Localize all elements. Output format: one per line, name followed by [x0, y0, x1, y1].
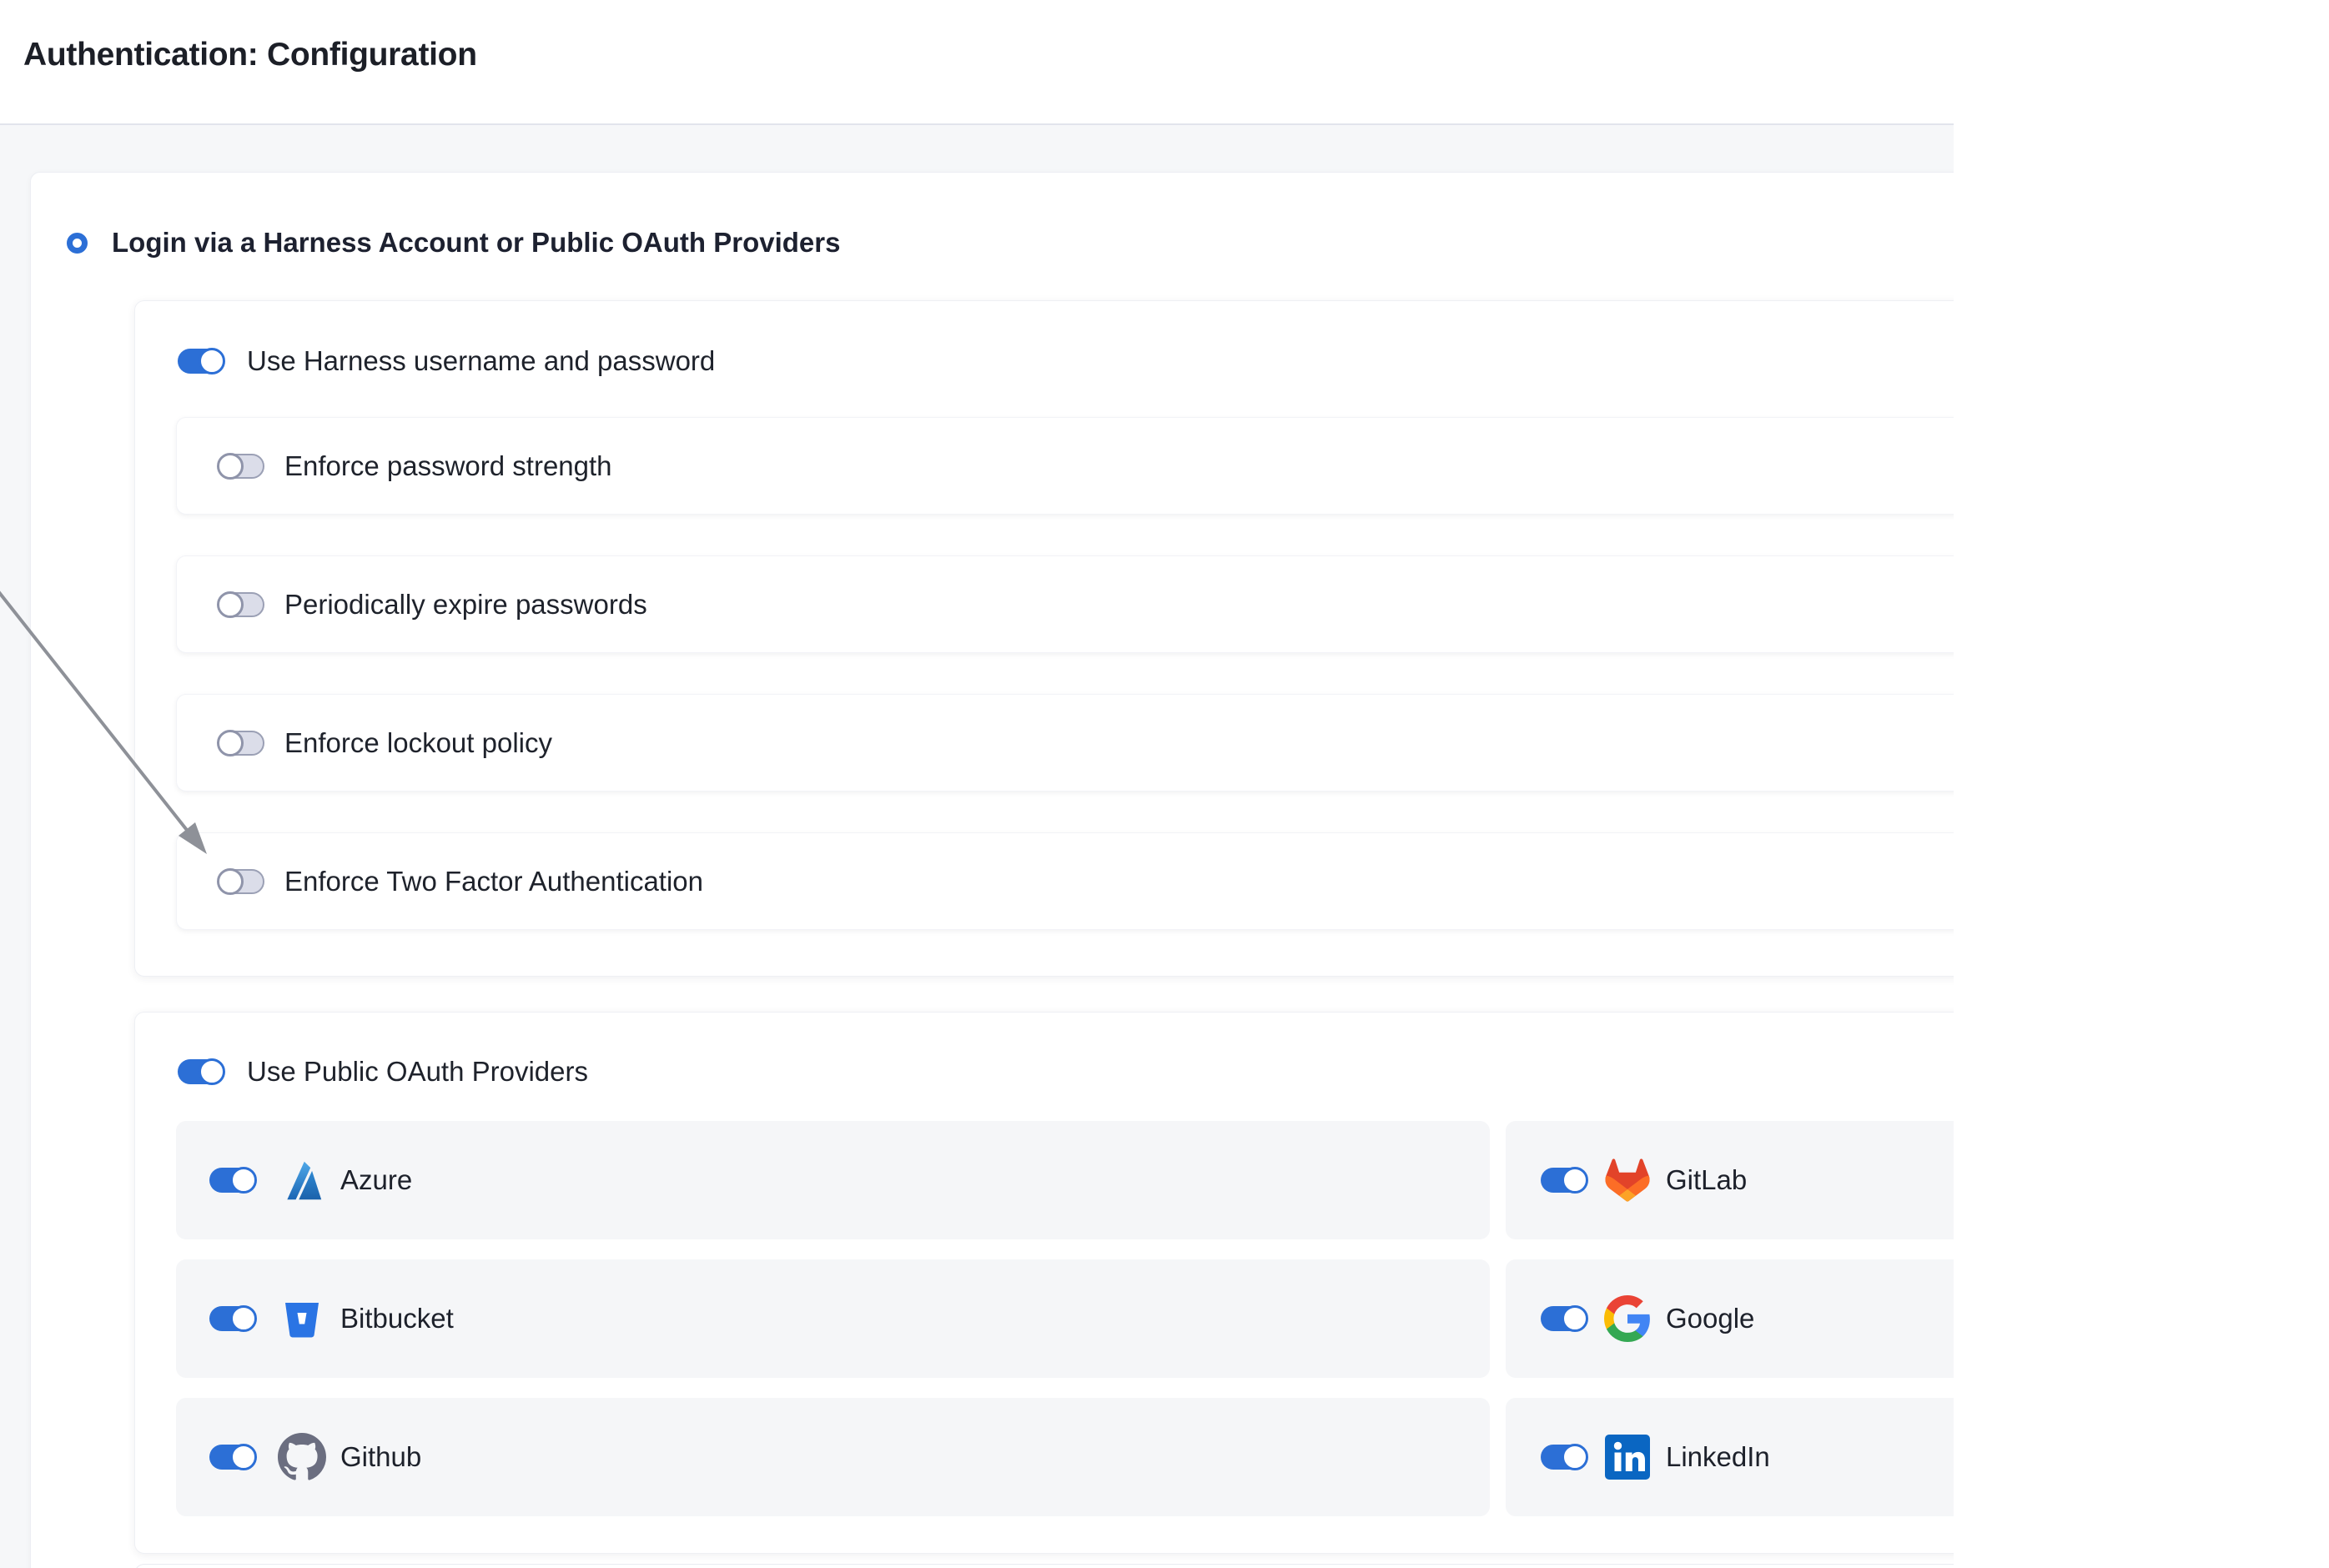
use-oauth-providers-row: Use Public OAuth Providers — [178, 1059, 588, 1084]
toggle-knob — [230, 1305, 257, 1332]
page-header: Authentication: Configuration — [0, 0, 1954, 125]
gitlab-toggle[interactable] — [1541, 1168, 1587, 1193]
linkedin-toggle[interactable] — [1541, 1445, 1587, 1470]
expire-passwords-label: Periodically expire passwords — [284, 589, 647, 621]
provider-row-azure: Azure — [176, 1121, 1490, 1239]
lockout-policy-label: Enforce lockout policy — [284, 727, 552, 759]
provider-name: Bitbucket — [340, 1303, 454, 1334]
login-method-radio-label: Login via a Harness Account or Public OA… — [112, 227, 840, 259]
provider-row-github: Github — [176, 1398, 1490, 1516]
use-oauth-providers-label: Use Public OAuth Providers — [247, 1056, 588, 1088]
github-toggle[interactable] — [209, 1445, 256, 1470]
two-factor-auth-label: Enforce Two Factor Authentication — [284, 866, 703, 897]
enforce-password-strength-label: Enforce password strength — [284, 450, 612, 482]
login-method-radio-row: Login via a Harness Account or Public OA… — [67, 227, 840, 259]
authentication-configuration-page: Authentication: Configuration Login via … — [0, 0, 2329, 1568]
use-oauth-providers-toggle[interactable] — [178, 1059, 224, 1084]
github-icon — [278, 1433, 326, 1481]
provider-row-google: Google — [1506, 1259, 1954, 1378]
lockout-policy-row: Enforce lockout policy — [176, 694, 1954, 792]
radio-selected-icon[interactable] — [67, 233, 88, 254]
toggle-knob — [1562, 1305, 1588, 1332]
expire-passwords-row: Periodically expire passwords — [176, 555, 1954, 653]
provider-name: GitLab — [1666, 1164, 1747, 1196]
provider-row-linkedin: LinkedIn — [1506, 1398, 1954, 1516]
annotation-arrow — [0, 500, 267, 901]
toggle-knob — [199, 1058, 225, 1085]
toggle-knob — [1562, 1444, 1588, 1470]
provider-name: LinkedIn — [1666, 1441, 1770, 1473]
page-title: Authentication: Configuration — [23, 37, 477, 73]
enforce-password-strength-toggle[interactable] — [218, 454, 264, 479]
toggle-knob — [217, 453, 244, 480]
azure-icon — [278, 1156, 326, 1204]
google-icon — [1603, 1294, 1652, 1343]
gitlab-icon — [1603, 1156, 1652, 1204]
google-toggle[interactable] — [1541, 1306, 1587, 1331]
azure-toggle[interactable] — [209, 1168, 256, 1193]
toggle-knob — [1562, 1167, 1588, 1194]
use-harness-password-toggle[interactable] — [178, 349, 224, 374]
provider-name: Google — [1666, 1303, 1754, 1334]
linkedin-icon — [1603, 1433, 1652, 1481]
bitbucket-icon — [278, 1294, 326, 1343]
app-content-area: Authentication: Configuration Login via … — [0, 0, 1954, 1568]
enforce-password-strength-row: Enforce password strength — [176, 417, 1954, 515]
toggle-knob — [199, 348, 225, 374]
toggle-knob — [230, 1167, 257, 1194]
provider-row-gitlab: GitLab — [1506, 1121, 1954, 1239]
toggle-knob — [230, 1444, 257, 1470]
use-harness-password-label: Use Harness username and password — [247, 345, 715, 377]
use-harness-password-row: Use Harness username and password — [178, 349, 715, 374]
provider-name: Azure — [340, 1164, 412, 1196]
next-section-card-peek — [134, 1564, 1954, 1568]
bitbucket-toggle[interactable] — [209, 1306, 256, 1331]
provider-name: Github — [340, 1441, 421, 1473]
two-factor-auth-row: Enforce Two Factor Authentication — [176, 832, 1954, 930]
provider-row-bitbucket: Bitbucket — [176, 1259, 1490, 1378]
